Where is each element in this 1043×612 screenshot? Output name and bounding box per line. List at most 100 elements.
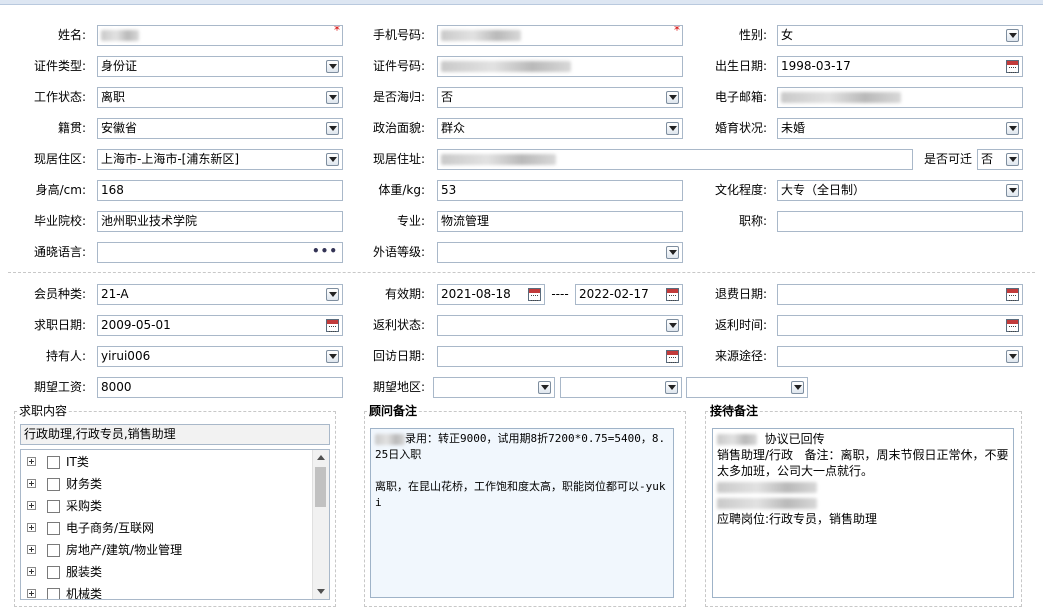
tree-item[interactable]: 房地产/建筑/物业管理 bbox=[21, 539, 311, 561]
native-label: 籍贯: bbox=[57, 121, 86, 135]
chevron-down-icon[interactable] bbox=[666, 122, 679, 135]
tree-item[interactable]: 机械类 bbox=[21, 583, 311, 599]
tree-scrollbar[interactable] bbox=[312, 450, 329, 599]
foreign-level-select[interactable] bbox=[437, 242, 683, 263]
education-select[interactable]: 大专（全日制） bbox=[777, 180, 1023, 201]
expand-icon[interactable] bbox=[27, 457, 36, 466]
email-input[interactable] bbox=[777, 87, 1023, 108]
salary-input[interactable]: 8000 bbox=[97, 377, 343, 398]
validity-end-input[interactable]: 2022-02-17 bbox=[575, 284, 683, 305]
native-select[interactable]: 安徽省 bbox=[97, 118, 343, 139]
chevron-down-icon[interactable] bbox=[326, 122, 339, 135]
expand-icon[interactable] bbox=[27, 523, 36, 532]
tree-item[interactable]: 服装类 bbox=[21, 561, 311, 583]
chevron-down-icon[interactable] bbox=[1006, 122, 1019, 135]
expected-province-select[interactable] bbox=[433, 377, 555, 398]
checkbox[interactable] bbox=[47, 522, 60, 535]
chevron-down-icon[interactable] bbox=[326, 350, 339, 363]
expand-icon[interactable] bbox=[27, 479, 36, 488]
rebate-status-select[interactable] bbox=[437, 315, 683, 336]
job-date-value: 2009-05-01 bbox=[101, 318, 171, 332]
checkbox[interactable] bbox=[47, 588, 60, 599]
email-redacted bbox=[781, 92, 901, 103]
expected-city-select[interactable] bbox=[560, 377, 682, 398]
member-type-select[interactable]: 21-A bbox=[97, 284, 343, 305]
expand-icon[interactable] bbox=[27, 501, 36, 510]
school-input[interactable]: 池州职业技术学院 bbox=[97, 211, 343, 232]
political-select[interactable]: 群众 bbox=[437, 118, 683, 139]
validity-start-input[interactable]: 2021-08-18 bbox=[437, 284, 545, 305]
chevron-down-icon[interactable] bbox=[666, 319, 679, 332]
region-select[interactable]: 上海市-上海市-[浦东新区] bbox=[97, 149, 343, 170]
advisor-notes-textarea[interactable]: 录用：转正9000，试用期8折7200*0.75=5400，8.25日入职 离职… bbox=[370, 428, 674, 598]
calendar-icon[interactable] bbox=[666, 288, 679, 301]
calendar-icon[interactable] bbox=[1006, 288, 1019, 301]
job-date-input[interactable]: 2009-05-01 bbox=[97, 315, 343, 336]
scroll-up-icon[interactable] bbox=[313, 450, 329, 466]
chevron-down-icon[interactable] bbox=[1006, 153, 1019, 166]
calendar-icon[interactable] bbox=[326, 319, 339, 332]
expand-icon[interactable] bbox=[27, 567, 36, 576]
expand-icon[interactable] bbox=[27, 545, 36, 554]
job-category-tree[interactable]: IT类 财务类 采购类 电子商务/互联网 房地产/建筑/物业管理 服装类 机械类 bbox=[20, 449, 330, 600]
work-status-select[interactable]: 离职 bbox=[97, 87, 343, 108]
checkbox[interactable] bbox=[47, 566, 60, 579]
tree-item[interactable]: 财务类 bbox=[21, 473, 311, 495]
chevron-down-icon[interactable] bbox=[1006, 29, 1019, 42]
name-input[interactable]: * bbox=[97, 25, 343, 46]
expected-district-select[interactable] bbox=[686, 377, 808, 398]
chevron-down-icon[interactable] bbox=[538, 381, 551, 394]
height-input[interactable]: 168 bbox=[97, 180, 343, 201]
validity-start-value: 2021-08-18 bbox=[441, 287, 511, 301]
source-select[interactable] bbox=[777, 346, 1023, 367]
checkbox[interactable] bbox=[47, 500, 60, 513]
relocate-select[interactable]: 否 bbox=[977, 149, 1023, 170]
calendar-icon[interactable] bbox=[666, 350, 679, 363]
major-input[interactable]: 物流管理 bbox=[437, 211, 683, 232]
holder-select[interactable]: yirui006 bbox=[97, 346, 343, 367]
phone-input[interactable]: * bbox=[437, 25, 683, 46]
reception-notes-textarea[interactable]: 协议已回传 销售助理/行政 备注：离职，周末节假日正常休，不要太多加班，公司大一… bbox=[712, 428, 1014, 598]
refund-date-label: 退费日期: bbox=[714, 287, 767, 301]
calendar-icon[interactable] bbox=[1006, 60, 1019, 73]
returnee-select[interactable]: 否 bbox=[437, 87, 683, 108]
birth-date-input[interactable]: 1998-03-17 bbox=[777, 56, 1023, 77]
chevron-down-icon[interactable] bbox=[666, 246, 679, 259]
chevron-down-icon[interactable] bbox=[326, 91, 339, 104]
chevron-down-icon[interactable] bbox=[1006, 350, 1019, 363]
expand-icon[interactable] bbox=[27, 589, 36, 598]
gender-select[interactable]: 女 bbox=[777, 25, 1023, 46]
calendar-icon[interactable] bbox=[528, 288, 541, 301]
address-input[interactable] bbox=[437, 149, 913, 170]
chevron-down-icon[interactable] bbox=[666, 91, 679, 104]
chevron-down-icon[interactable] bbox=[1006, 184, 1019, 197]
chevron-down-icon[interactable] bbox=[326, 288, 339, 301]
visit-date-input[interactable] bbox=[437, 346, 683, 367]
chevron-down-icon[interactable] bbox=[326, 153, 339, 166]
tree-item[interactable]: IT类 bbox=[21, 451, 311, 473]
scroll-thumb[interactable] bbox=[315, 467, 326, 507]
checkbox[interactable] bbox=[47, 456, 60, 469]
more-icon[interactable]: ••• bbox=[312, 243, 338, 260]
weight-label: 体重/kg: bbox=[378, 183, 425, 197]
id-number-input[interactable] bbox=[437, 56, 683, 77]
title-input[interactable] bbox=[777, 211, 1023, 232]
checkbox[interactable] bbox=[47, 478, 60, 491]
tree-item[interactable]: 电子商务/互联网 bbox=[21, 517, 311, 539]
scroll-down-icon[interactable] bbox=[313, 583, 329, 599]
chevron-down-icon[interactable] bbox=[791, 381, 804, 394]
checkbox[interactable] bbox=[47, 544, 60, 557]
weight-input[interactable]: 53 bbox=[437, 180, 683, 201]
language-input[interactable]: ••• bbox=[97, 242, 343, 263]
rebate-time-input[interactable] bbox=[777, 315, 1023, 336]
calendar-icon[interactable] bbox=[1006, 319, 1019, 332]
chevron-down-icon[interactable] bbox=[665, 381, 678, 394]
job-summary-input[interactable]: 行政助理,行政专员,销售助理 bbox=[20, 424, 330, 445]
refund-date-input[interactable] bbox=[777, 284, 1023, 305]
tree-item[interactable]: 采购类 bbox=[21, 495, 311, 517]
holder-value: yirui006 bbox=[101, 349, 151, 363]
chevron-down-icon[interactable] bbox=[326, 60, 339, 73]
marital-select[interactable]: 未婚 bbox=[777, 118, 1023, 139]
id-type-select[interactable]: 身份证 bbox=[97, 56, 343, 77]
school-value: 池州职业技术学院 bbox=[101, 214, 198, 228]
